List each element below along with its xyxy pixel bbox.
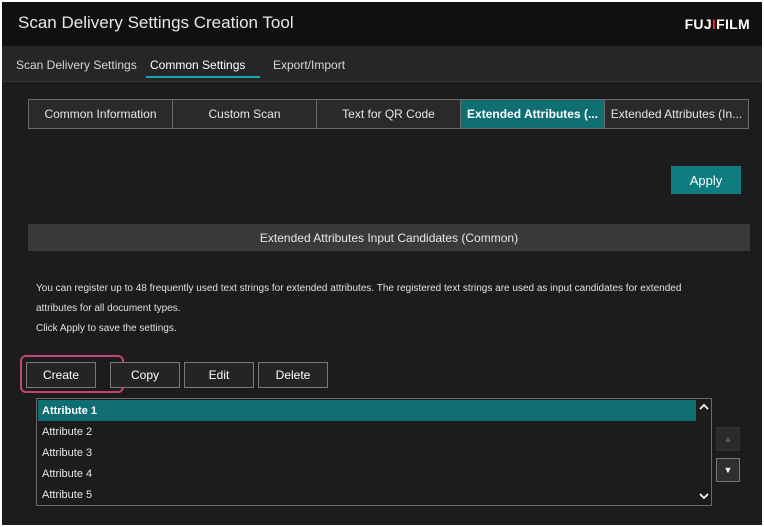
- delete-button[interactable]: Delete: [258, 362, 328, 388]
- move-down-button[interactable]: ▼: [716, 458, 740, 482]
- settings-subtabs: Common Information Custom Scan Text for …: [28, 99, 749, 129]
- move-up-button[interactable]: ▲: [716, 427, 740, 451]
- tab-scan-delivery-settings[interactable]: Scan Delivery Settings: [16, 58, 137, 72]
- section-header: Extended Attributes Input Candidates (Co…: [28, 224, 750, 251]
- description-line-3: Click Apply to save the settings.: [36, 323, 177, 334]
- chevron-down-icon[interactable]: [699, 491, 709, 503]
- subtab-extended-attributes-common[interactable]: Extended Attributes (...: [461, 100, 605, 128]
- triangle-up-icon: ▲: [723, 434, 733, 444]
- brand-suffix: FILM: [716, 16, 750, 32]
- subtab-text-for-qr-code[interactable]: Text for QR Code: [317, 100, 461, 128]
- active-tab-underline: [146, 76, 260, 78]
- apply-button[interactable]: Apply: [671, 166, 741, 194]
- list-item[interactable]: Attribute 2: [38, 421, 696, 442]
- description-line-1: You can register up to 48 frequently use…: [36, 283, 682, 294]
- app-window: Scan Delivery Settings Creation Tool FUJ…: [2, 2, 762, 525]
- list-item[interactable]: Attribute 4: [38, 463, 696, 484]
- tab-common-settings[interactable]: Common Settings: [150, 58, 245, 72]
- subtab-custom-scan[interactable]: Custom Scan: [173, 100, 317, 128]
- list-item[interactable]: Attribute 5: [38, 484, 696, 505]
- main-nav: Scan Delivery Settings Common Settings E…: [2, 46, 762, 82]
- edit-button[interactable]: Edit: [184, 362, 254, 388]
- copy-button[interactable]: Copy: [110, 362, 180, 388]
- subtab-common-information[interactable]: Common Information: [29, 100, 173, 128]
- title-bar: Scan Delivery Settings Creation Tool FUJ…: [2, 2, 762, 46]
- app-title: Scan Delivery Settings Creation Tool: [18, 13, 294, 32]
- subtab-extended-attributes-individual[interactable]: Extended Attributes (In...: [605, 100, 748, 128]
- brand-prefix: FUJ: [684, 16, 712, 32]
- description-line-2: attributes for all document types.: [36, 303, 181, 314]
- list-item[interactable]: Attribute 3: [38, 442, 696, 463]
- triangle-down-icon: ▼: [723, 465, 733, 475]
- tab-export-import[interactable]: Export/Import: [273, 58, 345, 72]
- chevron-up-icon[interactable]: [699, 402, 709, 414]
- brand-logo: FUJIFILM: [685, 16, 750, 32]
- create-button[interactable]: Create: [26, 362, 96, 388]
- attribute-list[interactable]: Attribute 1 Attribute 2 Attribute 3 Attr…: [36, 398, 712, 506]
- list-item[interactable]: Attribute 1: [38, 400, 696, 421]
- description-text: You can register up to 48 frequently use…: [36, 279, 748, 339]
